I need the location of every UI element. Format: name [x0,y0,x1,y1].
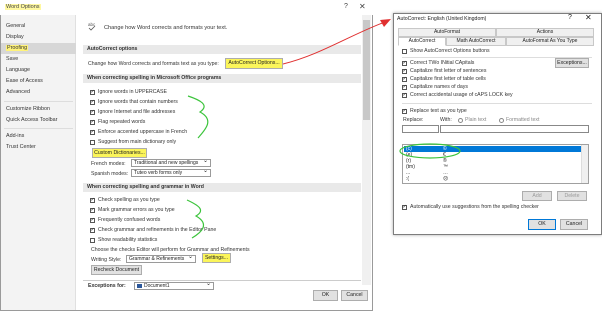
red-arrow-annotation [282,21,386,65]
green-brace-annotation [187,95,209,139]
green-circle-annotation [399,143,461,159]
annotation-overlay [186,19,461,239]
green-brace-annotation [186,199,205,239]
